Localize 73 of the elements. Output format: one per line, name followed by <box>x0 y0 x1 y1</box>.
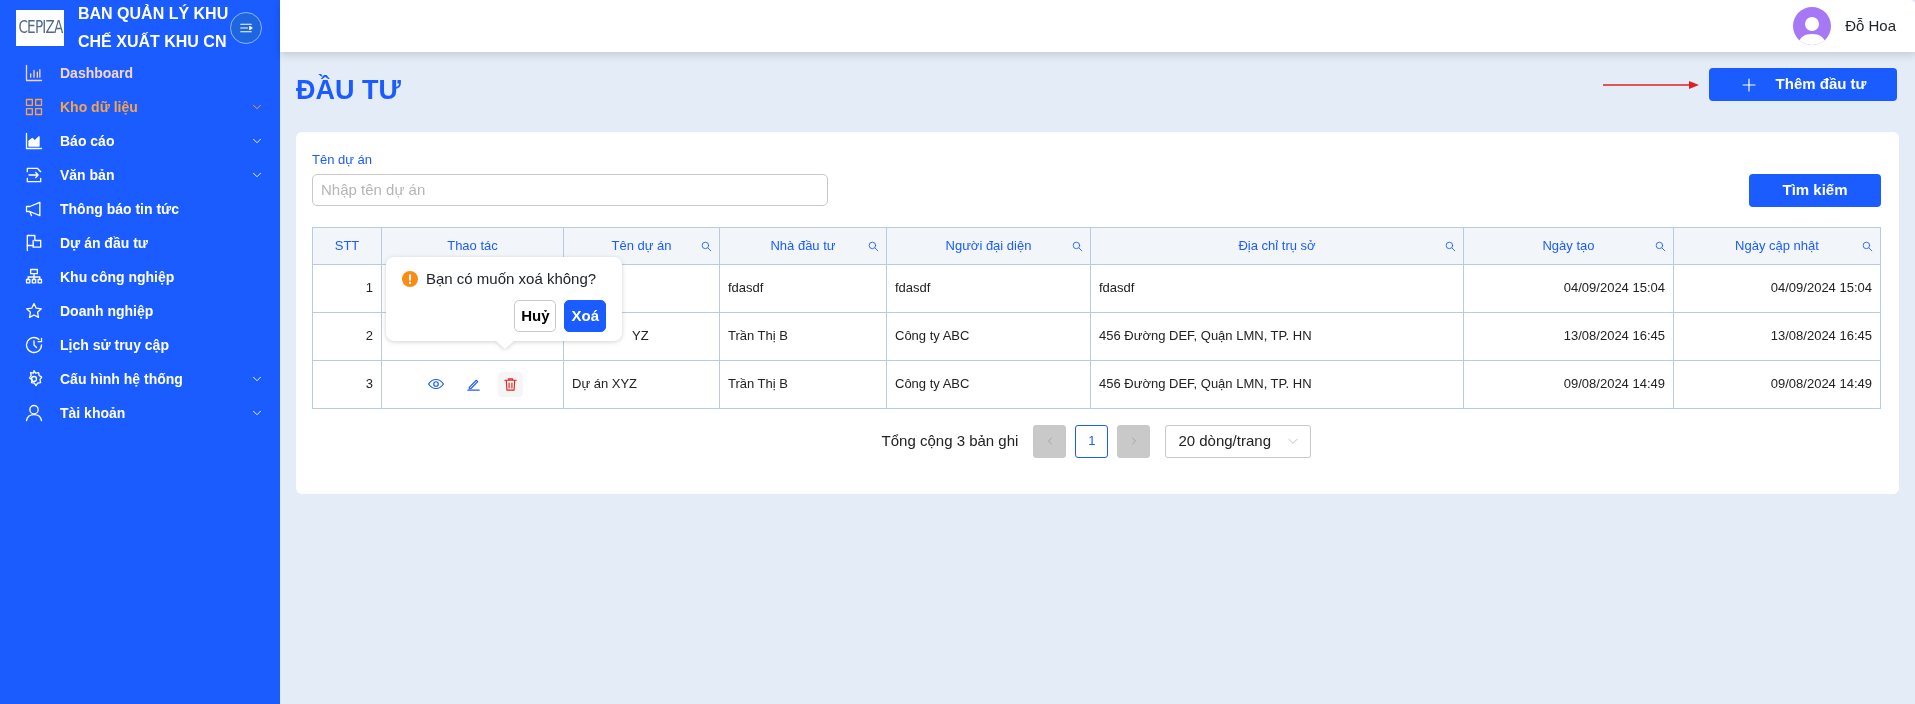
table-cell: Trần Thị B <box>728 328 788 344</box>
table-cell: Trần Thị B <box>728 376 788 392</box>
table-cell: 2 <box>365 328 373 344</box>
field-label: Tên dự án <box>312 151 374 169</box>
user-name[interactable]: Đỗ Hoa <box>1845 14 1896 38</box>
search-icon[interactable] <box>1654 239 1667 253</box>
menu-button[interactable] <box>230 12 263 44</box>
menu-item[interactable]: Cấu hình hệ thống <box>0 362 280 396</box>
search-icon[interactable] <box>1861 239 1874 253</box>
table-cell: 13/08/2024 16:45 <box>1770 328 1872 344</box>
star-icon <box>24 301 44 321</box>
menu-item[interactable]: Tài khoản <box>0 396 280 430</box>
sidebar-title: BAN QUẢN LÝ KHU <box>78 3 229 24</box>
logo: CEPIZA <box>16 10 64 46</box>
table-cell: 456 Đường DEF, Quận LMN, TP. HN <box>1099 376 1312 392</box>
table-cell: fdasdf <box>728 280 764 296</box>
trash-icon <box>501 375 519 393</box>
table-cell: YZ <box>632 328 649 344</box>
table-cell: 09/08/2024 14:49 <box>1770 376 1872 392</box>
search-icon[interactable] <box>1071 239 1084 253</box>
menu-item[interactable]: Doanh nghiệp <box>0 294 280 328</box>
menu-item[interactable]: Thông báo tin tức <box>0 192 280 226</box>
table-cell: Công ty ABC <box>895 328 970 344</box>
page-title: ĐẦU TƯ <box>296 74 401 107</box>
menu-item[interactable]: Dashboard <box>0 56 280 90</box>
table-cell: 04/09/2024 15:04 <box>1563 280 1665 296</box>
cancel-button[interactable]: Huỷ <box>514 300 557 332</box>
page-size-select[interactable]: 20 dòng/trang <box>1165 424 1312 458</box>
menu-item[interactable]: Dự án đầu tư <box>0 226 280 260</box>
table-cell: 3 <box>365 376 373 392</box>
warning-icon <box>402 270 418 287</box>
delete-button[interactable] <box>497 371 523 397</box>
table-cell: 1 <box>365 280 373 296</box>
confirm-message: Bạn có muốn xoá không? <box>426 268 597 289</box>
table-cell: 456 Đường DEF, Quận LMN, TP. HN <box>1099 328 1312 344</box>
area-chart-icon <box>24 131 44 151</box>
menu-item[interactable]: Lịch sử truy cập <box>0 328 280 362</box>
confirm-button[interactable]: Xoá <box>564 300 606 332</box>
table-cell: Dự án XYZ <box>572 376 638 392</box>
transfer-icon <box>24 165 44 185</box>
menu-item[interactable]: Văn bản <box>0 158 280 192</box>
menu-item[interactable]: Báo cáo <box>0 124 280 158</box>
add-button[interactable]: Thêm đầu tư <box>1709 68 1897 101</box>
column-header[interactable]: Người đại diện <box>945 237 1032 253</box>
sidebar-title: CHẾ XUẤT KHU CN <box>78 31 228 52</box>
search-icon[interactable] <box>1444 239 1457 253</box>
search-icon[interactable] <box>867 239 880 253</box>
search-icon[interactable] <box>700 239 713 253</box>
column-header[interactable]: Thao tác <box>447 237 498 253</box>
table-cell: 13/08/2024 16:45 <box>1563 328 1665 344</box>
input-field[interactable]: Nhập tên dự án <box>312 173 828 206</box>
table-cell: fdasdf <box>895 280 931 296</box>
column-header[interactable]: Ngày tạo <box>1542 237 1595 253</box>
flag-icon <box>24 233 44 253</box>
column-header[interactable]: Tên dự án <box>611 237 672 253</box>
grid-icon <box>24 97 44 117</box>
megaphone-icon <box>24 199 44 219</box>
chart-icon <box>24 63 44 83</box>
search-button[interactable]: Tìm kiếm <box>1749 173 1881 207</box>
column-header[interactable]: Ngày cập nhật <box>1735 237 1819 253</box>
user-icon <box>24 403 44 423</box>
table-cell: fdasdf <box>1099 280 1135 296</box>
table-cell: 04/09/2024 15:04 <box>1770 280 1872 296</box>
table-cell: Công ty ABC <box>895 376 970 392</box>
menu-item[interactable]: Khu công nghiệp <box>0 260 280 294</box>
avatar[interactable] <box>1793 7 1832 45</box>
page-button[interactable]: 1 <box>1075 424 1109 458</box>
total-count: Tổng cộng 3 bản ghi <box>881 430 1019 451</box>
history-icon <box>24 335 44 355</box>
table-cell: 09/08/2024 14:49 <box>1563 376 1665 392</box>
column-header[interactable]: Nhà đầu tư <box>770 237 836 253</box>
column-header[interactable]: STT <box>334 237 360 253</box>
column-header[interactable]: Địa chỉ trụ sở <box>1238 237 1316 253</box>
